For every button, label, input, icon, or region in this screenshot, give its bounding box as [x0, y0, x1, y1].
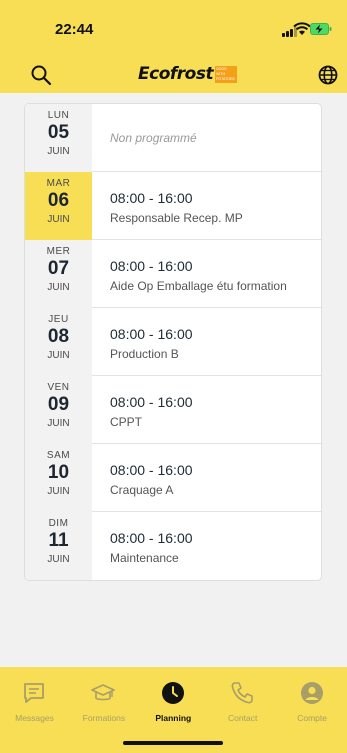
month-label: JUIN [47, 214, 70, 225]
tab-contact[interactable]: Contact [208, 681, 277, 729]
date-column: DIM 11 JUIN [25, 512, 92, 580]
tab-label: Planning [155, 713, 192, 723]
shift-hours: 08:00 - 16:00 [110, 530, 193, 546]
day-of-week: SAM [46, 450, 71, 461]
wifi-icon [293, 22, 311, 35]
day-number: 10 [47, 462, 70, 483]
day-number: 07 [47, 258, 70, 279]
month-label: JUIN [47, 146, 70, 157]
shift-info: 08:00 - 16:00 Craquage A [110, 444, 315, 512]
unscheduled-label: Non programmé [110, 131, 197, 145]
schedule-row[interactable]: SAM 10 JUIN 08:00 - 16:00 Craquage A [25, 444, 321, 512]
tab-messages[interactable]: Messages [0, 681, 69, 729]
schedule-row[interactable]: MER 07 JUIN 08:00 - 16:00 Aide Op Emball… [25, 240, 321, 308]
day-of-week: LUN [47, 110, 70, 121]
brand-logo: Ecofrost GOOD WITH POTATOES [138, 62, 238, 86]
month-label: JUIN [47, 418, 70, 429]
day-number: 08 [47, 326, 70, 347]
shift-info: Non programmé [110, 104, 315, 172]
schedule-row[interactable]: VEN 09 JUIN 08:00 - 16:00 CPPT [25, 376, 321, 444]
status-time: 22:44 [55, 21, 94, 38]
shift-post: Responsable Recep. MP [110, 211, 243, 225]
user-icon [300, 681, 324, 705]
date-column: SAM 10 JUIN [25, 444, 92, 512]
brand-tag: GOOD WITH POTATOES [215, 65, 238, 83]
shift-hours: 08:00 - 16:00 [110, 190, 193, 206]
app-header: 22:44 Ecofrost GOOD WITH POTATOES [0, 0, 347, 93]
chat-icon [22, 681, 46, 705]
day-of-week: JEU [48, 314, 69, 325]
tab-label: Messages [15, 713, 54, 723]
shift-post: Craquage A [110, 483, 174, 497]
month-label: JUIN [47, 282, 70, 293]
day-number: 05 [47, 122, 70, 143]
tab-compte[interactable]: Compte [278, 681, 347, 729]
day-of-week: MER [46, 246, 71, 257]
shift-info: 08:00 - 16:00 Responsable Recep. MP [110, 172, 315, 240]
day-of-week: DIM [48, 518, 69, 529]
shift-info: 08:00 - 16:00 Production B [110, 308, 315, 376]
shift-post: CPPT [110, 415, 143, 429]
tab-label: Compte [297, 713, 327, 723]
date-column: JEU 08 JUIN [25, 308, 92, 376]
status-bar: 22:44 [0, 0, 347, 48]
date-column: LUN 05 JUIN [25, 104, 92, 172]
tab-label: Contact [228, 713, 258, 723]
day-of-week: VEN [47, 382, 70, 393]
month-label: JUIN [47, 350, 70, 361]
tab-planning[interactable]: Planning [139, 681, 208, 729]
shift-post: Maintenance [110, 551, 179, 565]
shift-info: 08:00 - 16:00 CPPT [110, 376, 315, 444]
schedule-row[interactable]: MAR 06 JUIN 08:00 - 16:00 Responsable Re… [25, 172, 321, 240]
shift-post: Production B [110, 347, 179, 361]
date-column: MER 07 JUIN [25, 240, 92, 308]
globe-icon[interactable] [318, 65, 338, 85]
schedule-list: LUN 05 JUIN Non programmé MAR 06 JUIN 08… [25, 104, 321, 580]
top-navbar: Ecofrost GOOD WITH POTATOES [0, 52, 347, 92]
day-number: 06 [47, 190, 70, 211]
shift-info: 08:00 - 16:00 Maintenance [110, 512, 315, 580]
month-label: JUIN [47, 486, 70, 497]
tab-formations[interactable]: Formations [69, 681, 138, 729]
date-column: MAR 06 JUIN [25, 172, 92, 240]
phone-icon [230, 681, 254, 705]
shift-hours: 08:00 - 16:00 [110, 326, 193, 342]
tab-label: Formations [82, 713, 126, 723]
brand-name: Ecofrost [138, 64, 214, 84]
schedule-row[interactable]: DIM 11 JUIN 08:00 - 16:00 Maintenance [25, 512, 321, 580]
shift-hours: 08:00 - 16:00 [110, 462, 193, 478]
search-icon[interactable] [30, 64, 52, 86]
month-label: JUIN [47, 554, 70, 565]
graduation-cap-icon [91, 681, 116, 705]
battery-charging-icon [310, 23, 332, 35]
shift-info: 08:00 - 16:00 Aide Op Emballage étu form… [110, 240, 315, 308]
day-of-week: MAR [46, 178, 71, 189]
date-column: VEN 09 JUIN [25, 376, 92, 444]
shift-hours: 08:00 - 16:00 [110, 258, 193, 274]
shift-post: Aide Op Emballage étu formation [110, 279, 287, 293]
day-number: 09 [47, 394, 70, 415]
schedule-row[interactable]: JEU 08 JUIN 08:00 - 16:00 Production B [25, 308, 321, 376]
day-number: 11 [48, 530, 69, 551]
schedule-row[interactable]: LUN 05 JUIN Non programmé [25, 104, 321, 172]
home-indicator [123, 741, 223, 745]
clock-icon [161, 681, 185, 705]
shift-hours: 08:00 - 16:00 [110, 394, 193, 410]
